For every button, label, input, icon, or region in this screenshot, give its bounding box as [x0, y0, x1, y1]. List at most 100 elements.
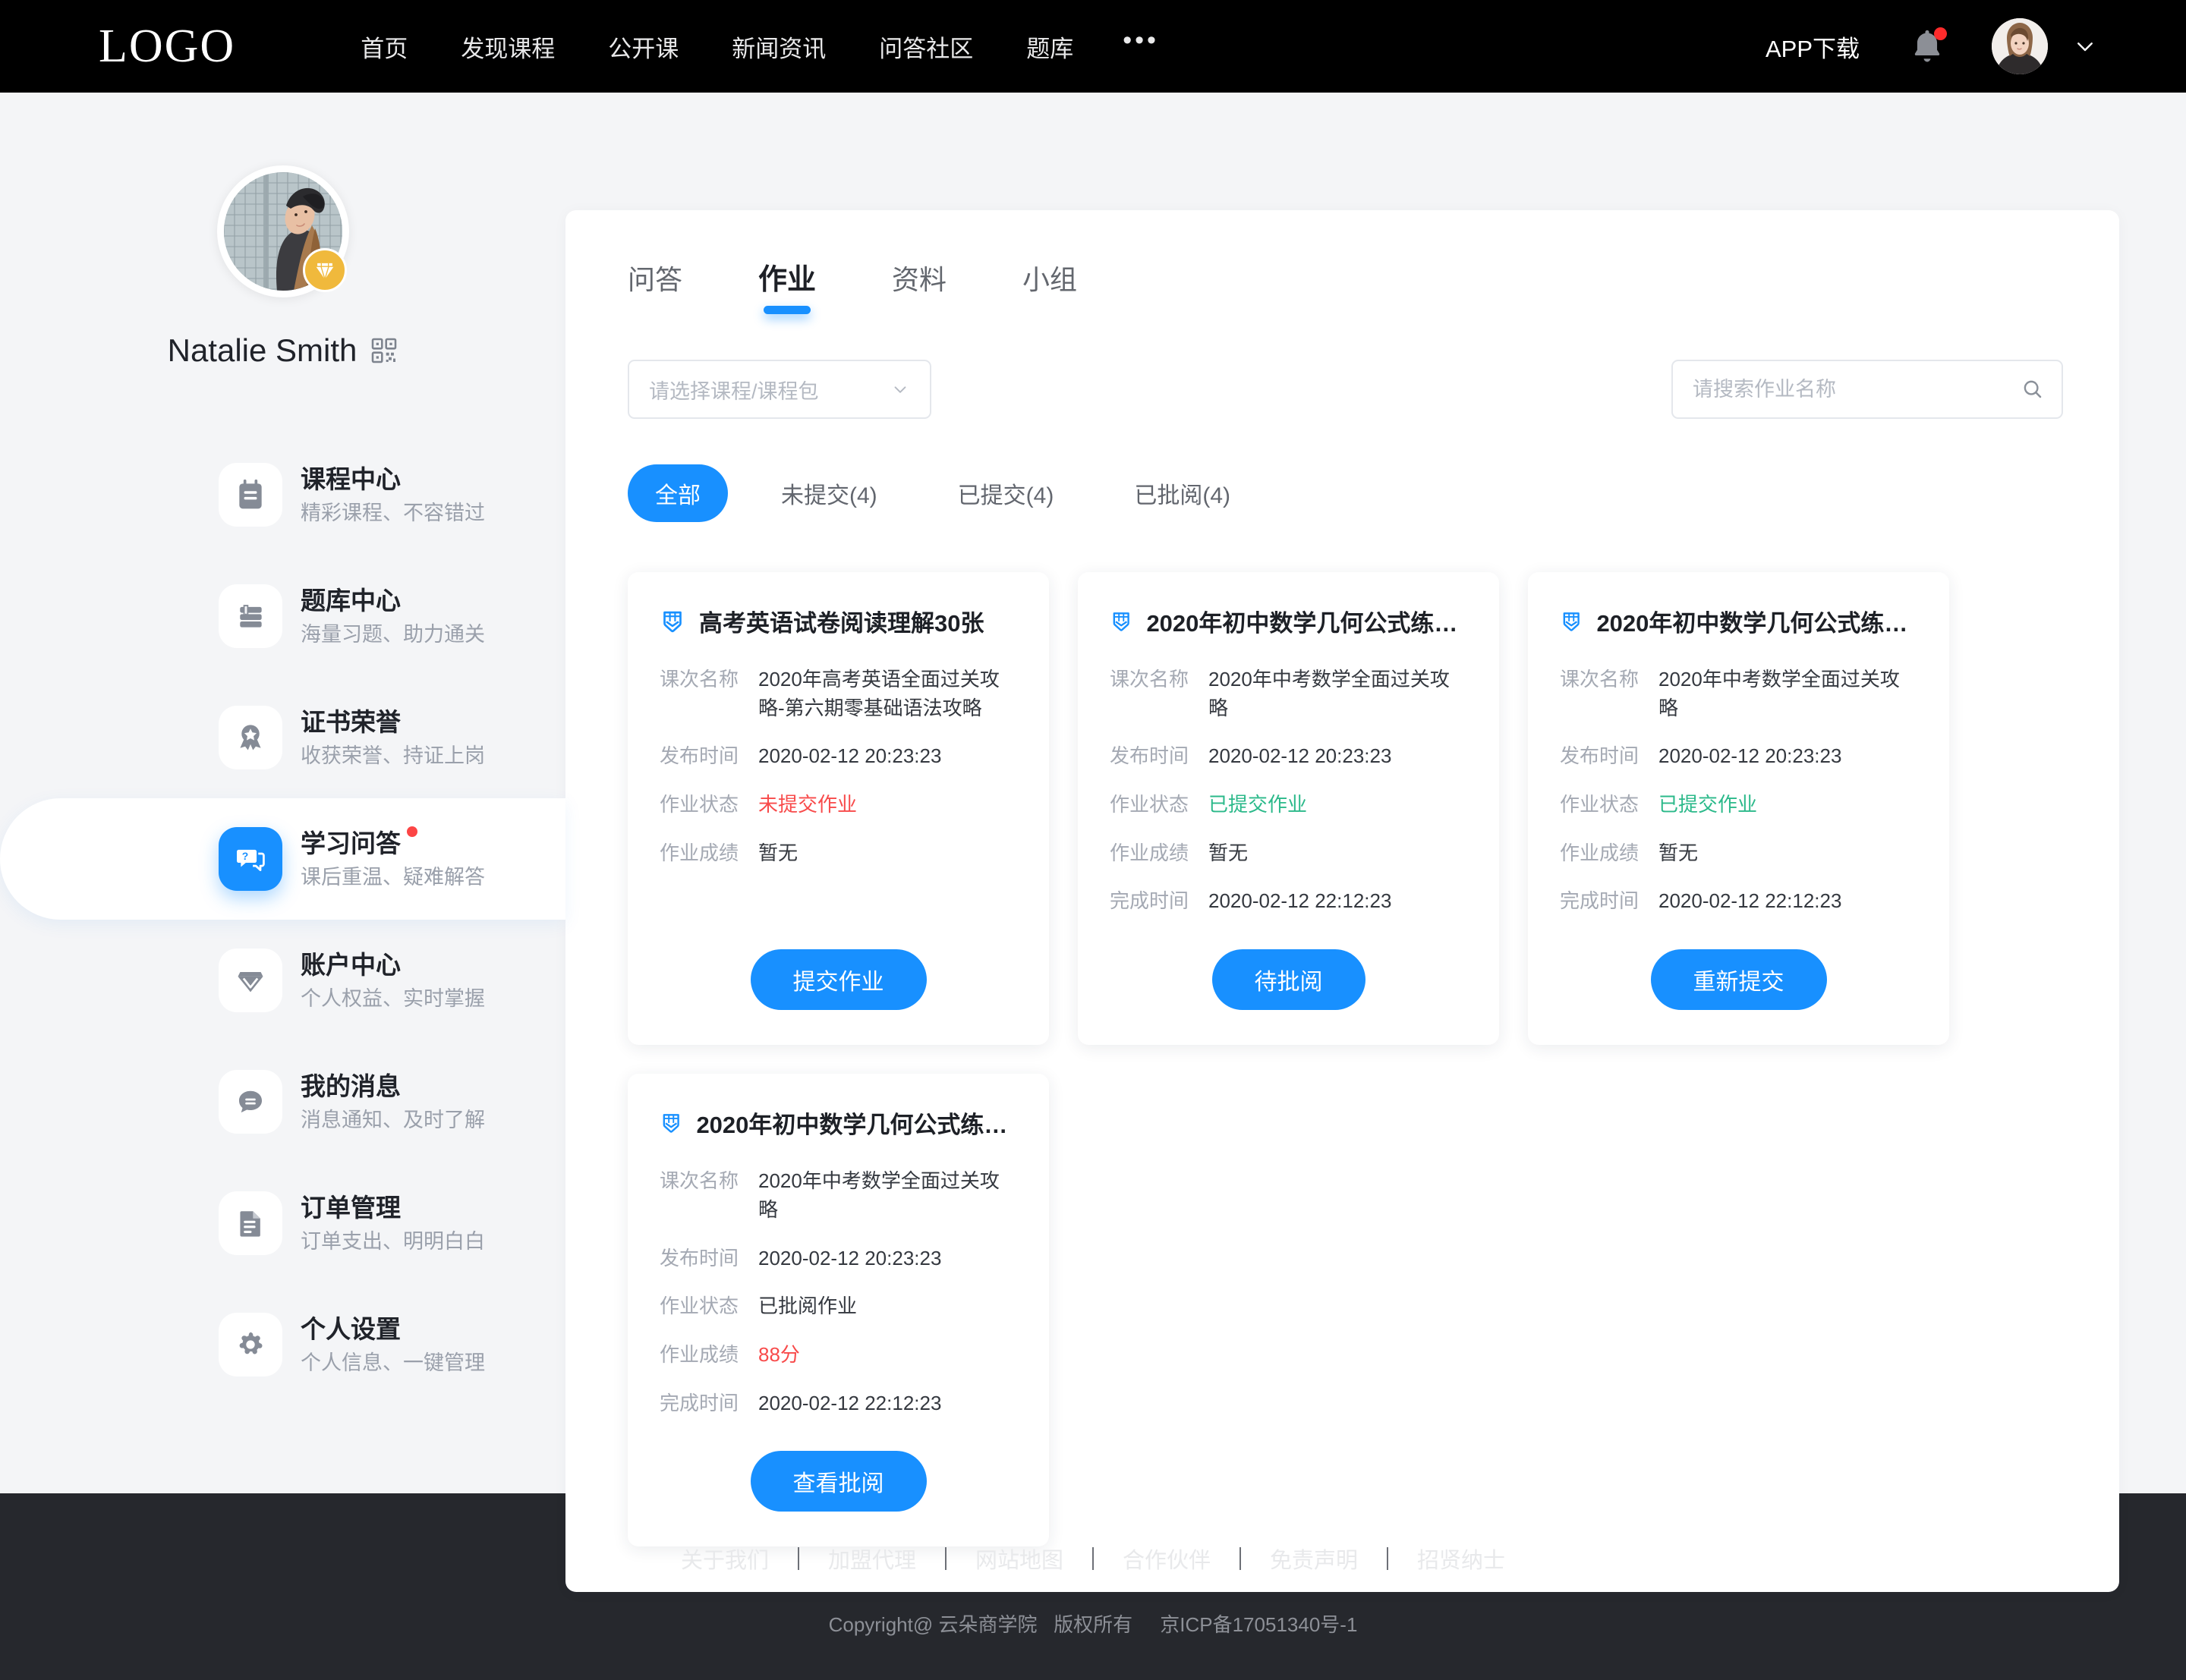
card-row-publish-time: 发布时间 2020-02-12 20:23:23	[660, 742, 1017, 771]
sidebar: Natalie Smith 课程中心 精彩课程、不容错过 题库中心 海量习题、助…	[0, 93, 565, 1493]
footer-link-disclaimer[interactable]: 免责声明	[1241, 1543, 1387, 1575]
nav-item-discover-courses[interactable]: 发现课程	[434, 30, 581, 64]
gear-icon	[239, 1332, 263, 1354]
sidebar-item-learning-qa[interactable]: ? 学习问答 课后重温、疑难解答	[0, 798, 565, 920]
card-row-score: 作业成绩 暂无	[1110, 839, 1467, 868]
homework-card[interactable]: 2020年初中数学几何公式练习作… 课次名称 2020年中考数学全面过关攻略 发…	[628, 1074, 1049, 1547]
card-row-status: 作业状态 已提交作业	[1110, 791, 1467, 820]
footer-link-sitemap[interactable]: 网站地图	[947, 1543, 1092, 1575]
row-label: 作业状态	[660, 1295, 739, 1318]
row-label: 作业成绩	[660, 1342, 739, 1366]
pencil-badge-icon	[663, 1113, 679, 1133]
sidebar-item-course-center[interactable]: 课程中心 精彩课程、不容错过	[0, 434, 565, 555]
sidebar-item-text: 订单管理 订单支出、明明白白	[301, 1192, 485, 1255]
card-action-wrap: 查看批阅	[660, 1451, 1017, 1512]
footer-link-about-us[interactable]: 关于我们	[652, 1543, 798, 1575]
qr-code-icon[interactable]	[370, 337, 398, 364]
chip-all[interactable]: 全部	[628, 464, 728, 522]
chevron-down-icon	[894, 386, 906, 393]
footer-link-careers[interactable]: 招贤纳士	[1388, 1543, 1534, 1575]
medal-star-icon-wrap	[219, 706, 282, 769]
chip-unsubmitted[interactable]: 未提交(4)	[754, 464, 905, 522]
card-row-status: 作业状态 已提交作业	[1560, 791, 1917, 820]
row-label: 课次名称	[1110, 668, 1189, 691]
book-stack-icon	[240, 605, 262, 628]
chip-submitted[interactable]: 已提交(4)	[931, 464, 1082, 522]
card-row-course-name: 课次名称 2020年高考英语全面过关攻略-第六期零基础语法攻略	[660, 665, 1017, 722]
course-select-value: 请选择课程/课程包	[649, 379, 819, 403]
nav-item-qa-community[interactable]: 问答社区	[852, 30, 1000, 64]
resubmit-button[interactable]: 重新提交	[1650, 949, 1827, 1011]
card-row-publish-time: 发布时间 2020-02-12 20:23:23	[1560, 742, 1917, 771]
nav-more-icon[interactable]: •••	[1100, 27, 1182, 57]
document-icon	[240, 1211, 260, 1237]
homework-card[interactable]: 高考英语试卷阅读理解30张 课次名称 2020年高考英语全面过关攻略-第六期零基…	[628, 572, 1049, 1046]
submit-homework-button[interactable]: 提交作业	[750, 949, 927, 1011]
sidebar-item-question-bank-center[interactable]: 题库中心 海量习题、助力通关	[0, 555, 565, 677]
sidebar-item-text: 题库中心 海量习题、助力通关	[301, 585, 485, 648]
tab-materials[interactable]: 资料	[892, 258, 947, 311]
homework-card[interactable]: 2020年初中数学几何公式练习作… 课次名称 2020年中考数学全面过关攻略 发…	[1528, 572, 1949, 1046]
row-value: 暂无	[758, 841, 798, 864]
search-input[interactable]	[1693, 377, 2021, 401]
tab-qa[interactable]: 问答	[628, 258, 682, 311]
sidebar-item-sub: 海量习题、助力通关	[301, 622, 485, 646]
sidebar-item-sub: 订单支出、明明白白	[301, 1229, 485, 1253]
content-panel: 问答 作业 资料 小组 请选择课程/课程包 请搜索作业名称 全部 未提交(4) …	[565, 210, 2119, 1593]
sidebar-item-my-messages[interactable]: 我的消息 消息通知、及时了解	[0, 1041, 565, 1162]
row-value: 暂无	[1658, 841, 1699, 864]
profile-name-row: Natalie Smith	[168, 332, 398, 369]
app-download-link[interactable]: APP下载	[1765, 30, 1860, 64]
search-icon[interactable]	[2021, 377, 2045, 401]
homework-card[interactable]: 2020年初中数学几何公式练习作… 课次名称 2020年中考数学全面过关攻略 发…	[1078, 572, 1499, 1046]
tab-homework[interactable]: 作业	[758, 256, 816, 311]
row-value: 2020-02-12 20:23:23	[758, 1246, 942, 1269]
row-value: 2020年中考数学全面过关攻略	[1208, 668, 1450, 719]
card-header: 2020年初中数学几何公式练习作…	[1560, 604, 1917, 638]
chevron-down-icon[interactable]	[2074, 35, 2096, 58]
search-homework-box[interactable]	[1671, 360, 2063, 419]
row-label: 作业状态	[1110, 793, 1189, 816]
status-badge: 已提交作业	[1208, 793, 1308, 816]
sidebar-item-order-management[interactable]: 订单管理 订单支出、明明白白	[0, 1162, 565, 1284]
content-tabs: 问答 作业 资料 小组	[565, 210, 2119, 311]
avatar[interactable]	[1992, 18, 2048, 74]
main-content: 问答 作业 资料 小组 请选择课程/课程包 请搜索作业名称 全部 未提交(4) …	[565, 93, 2186, 1593]
row-label: 课次名称	[660, 668, 739, 691]
nav-item-open-class[interactable]: 公开课	[581, 30, 705, 64]
card-row-score: 作业成绩 88分	[660, 1341, 1017, 1370]
footer-link-partners[interactable]: 合作伙伴	[1094, 1543, 1239, 1575]
footer-link-franchise[interactable]: 加盟代理	[799, 1543, 945, 1575]
site-logo[interactable]: LOGO	[99, 23, 235, 70]
score-value: 88分	[758, 1342, 800, 1366]
card-title: 高考英语试卷阅读理解30张	[699, 610, 984, 637]
notifications-button[interactable]	[1907, 26, 1948, 67]
card-header: 2020年初中数学几何公式练习作…	[660, 1106, 1017, 1140]
card-action-wrap: 提交作业	[660, 949, 1017, 1011]
course-select[interactable]: 请选择课程/课程包	[628, 360, 931, 419]
sidebar-item-account-center[interactable]: 账户中心 个人权益、实时掌握	[0, 920, 565, 1041]
nav-item-home[interactable]: 首页	[334, 30, 434, 64]
sidebar-item-sub: 收获荣誉、持证上岗	[301, 744, 485, 767]
site-header: LOGO 首页 发现课程 公开课 新闻资讯 问答社区 题库 ••• APP下载	[0, 0, 2186, 93]
nav-item-news[interactable]: 新闻资讯	[705, 30, 852, 64]
card-header: 2020年初中数学几何公式练习作…	[1110, 604, 1467, 638]
footer-links: 关于我们 加盟代理 网站地图 合作伙伴 免责声明 招贤纳士	[652, 1543, 1534, 1575]
row-label: 完成时间	[660, 1391, 739, 1414]
card-title: 2020年初中数学几何公式练习作…	[1146, 610, 1467, 637]
sidebar-item-personal-settings[interactable]: 个人设置 个人信息、一键管理	[0, 1284, 565, 1405]
gear-icon-wrap	[219, 1313, 282, 1376]
row-value: 2020-02-12 20:23:23	[1208, 744, 1392, 768]
view-review-button[interactable]: 查看批阅	[750, 1451, 927, 1512]
row-label: 完成时间	[1560, 889, 1640, 913]
status-filter-chips: 全部 未提交(4) 已提交(4) 已批阅(4)	[565, 419, 2119, 522]
nav-item-question-bank[interactable]: 题库	[1000, 30, 1100, 64]
chip-reviewed[interactable]: 已批阅(4)	[1107, 464, 1258, 522]
profile-picture[interactable]	[216, 165, 349, 297]
tab-groups[interactable]: 小组	[1022, 258, 1077, 311]
sidebar-item-certificates[interactable]: 证书荣誉 收获荣誉、持证上岗	[0, 677, 565, 798]
homework-card-grid: 高考英语试卷阅读理解30张 课次名称 2020年高考英语全面过关攻略-第六期零基…	[565, 522, 2119, 1547]
card-row-status: 作业状态 未提交作业	[660, 791, 1017, 820]
card-row-finish-time: 完成时间 2020-02-12 22:12:23	[660, 1389, 1017, 1418]
pending-review-button[interactable]: 待批阅	[1211, 949, 1365, 1011]
